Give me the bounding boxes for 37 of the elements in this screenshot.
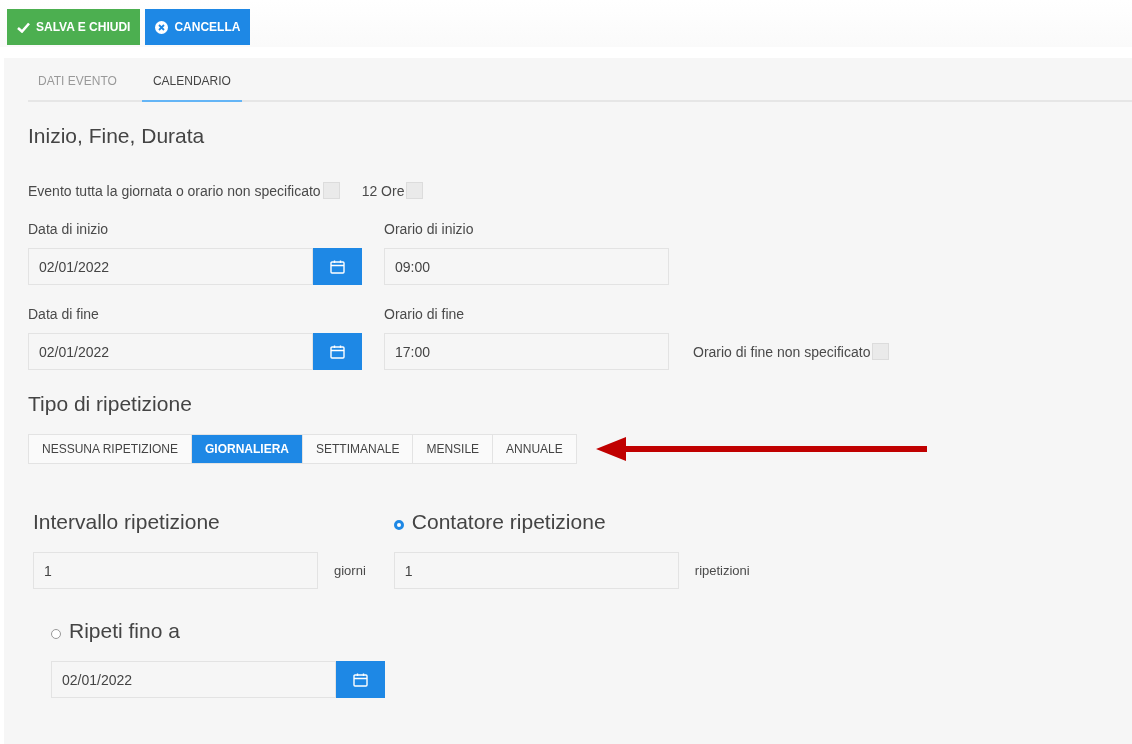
field-label: Data di fine	[28, 306, 100, 322]
date-field[interactable]: 02/01/2022	[28, 248, 313, 285]
checkbox[interactable]	[872, 343, 890, 360]
calendar-button[interactable]	[313, 248, 362, 285]
radio-button[interactable]	[51, 629, 61, 639]
segment-button[interactable]: GIORNALIERA	[191, 435, 303, 463]
radio-label: Contatore ripetizione	[411, 510, 606, 534]
tab[interactable]: CALENDARIO	[141, 74, 242, 102]
close-icon	[155, 20, 169, 34]
calendar-icon	[353, 672, 368, 687]
date-field[interactable]: 02/01/2022	[51, 661, 336, 698]
calendar-button[interactable]	[336, 661, 385, 698]
check-icon	[17, 21, 30, 33]
checkbox-label: Evento tutta la giornata o orario non specificato	[28, 182, 321, 199]
calendar-button[interactable]	[313, 333, 362, 370]
time-field[interactable]: 09:00	[384, 248, 669, 285]
calendar-icon	[330, 259, 345, 274]
section-heading: Inizio, Fine, Durata	[28, 124, 206, 148]
date-field[interactable]: 02/01/2022	[28, 333, 313, 370]
unit-label: ripetizioni	[694, 563, 750, 578]
field-label: Intervallo ripetizione	[33, 510, 220, 534]
field-label: Data di inizio	[28, 221, 110, 237]
checkbox-label: 12 Ore	[361, 182, 405, 199]
field-label: Orario di inizio	[384, 221, 475, 237]
checkbox[interactable]	[406, 182, 424, 199]
checkbox-label: Orario di fine non specificato	[693, 343, 871, 360]
radio-button[interactable]	[393, 520, 404, 530]
section-heading: Tipo di ripetizione	[28, 392, 193, 416]
radio-label: Ripeti fino a	[69, 619, 180, 643]
field-label: Orario di fine	[384, 306, 466, 322]
checkbox[interactable]	[322, 182, 340, 199]
unit-label: giorni	[334, 563, 366, 578]
counter-field[interactable]: 1	[393, 552, 679, 589]
calendar-icon	[330, 344, 345, 359]
time-field[interactable]: 17:00	[384, 333, 669, 370]
interval-field[interactable]: 1	[33, 552, 318, 589]
cancel-button[interactable]: CANCELLA	[145, 9, 251, 45]
